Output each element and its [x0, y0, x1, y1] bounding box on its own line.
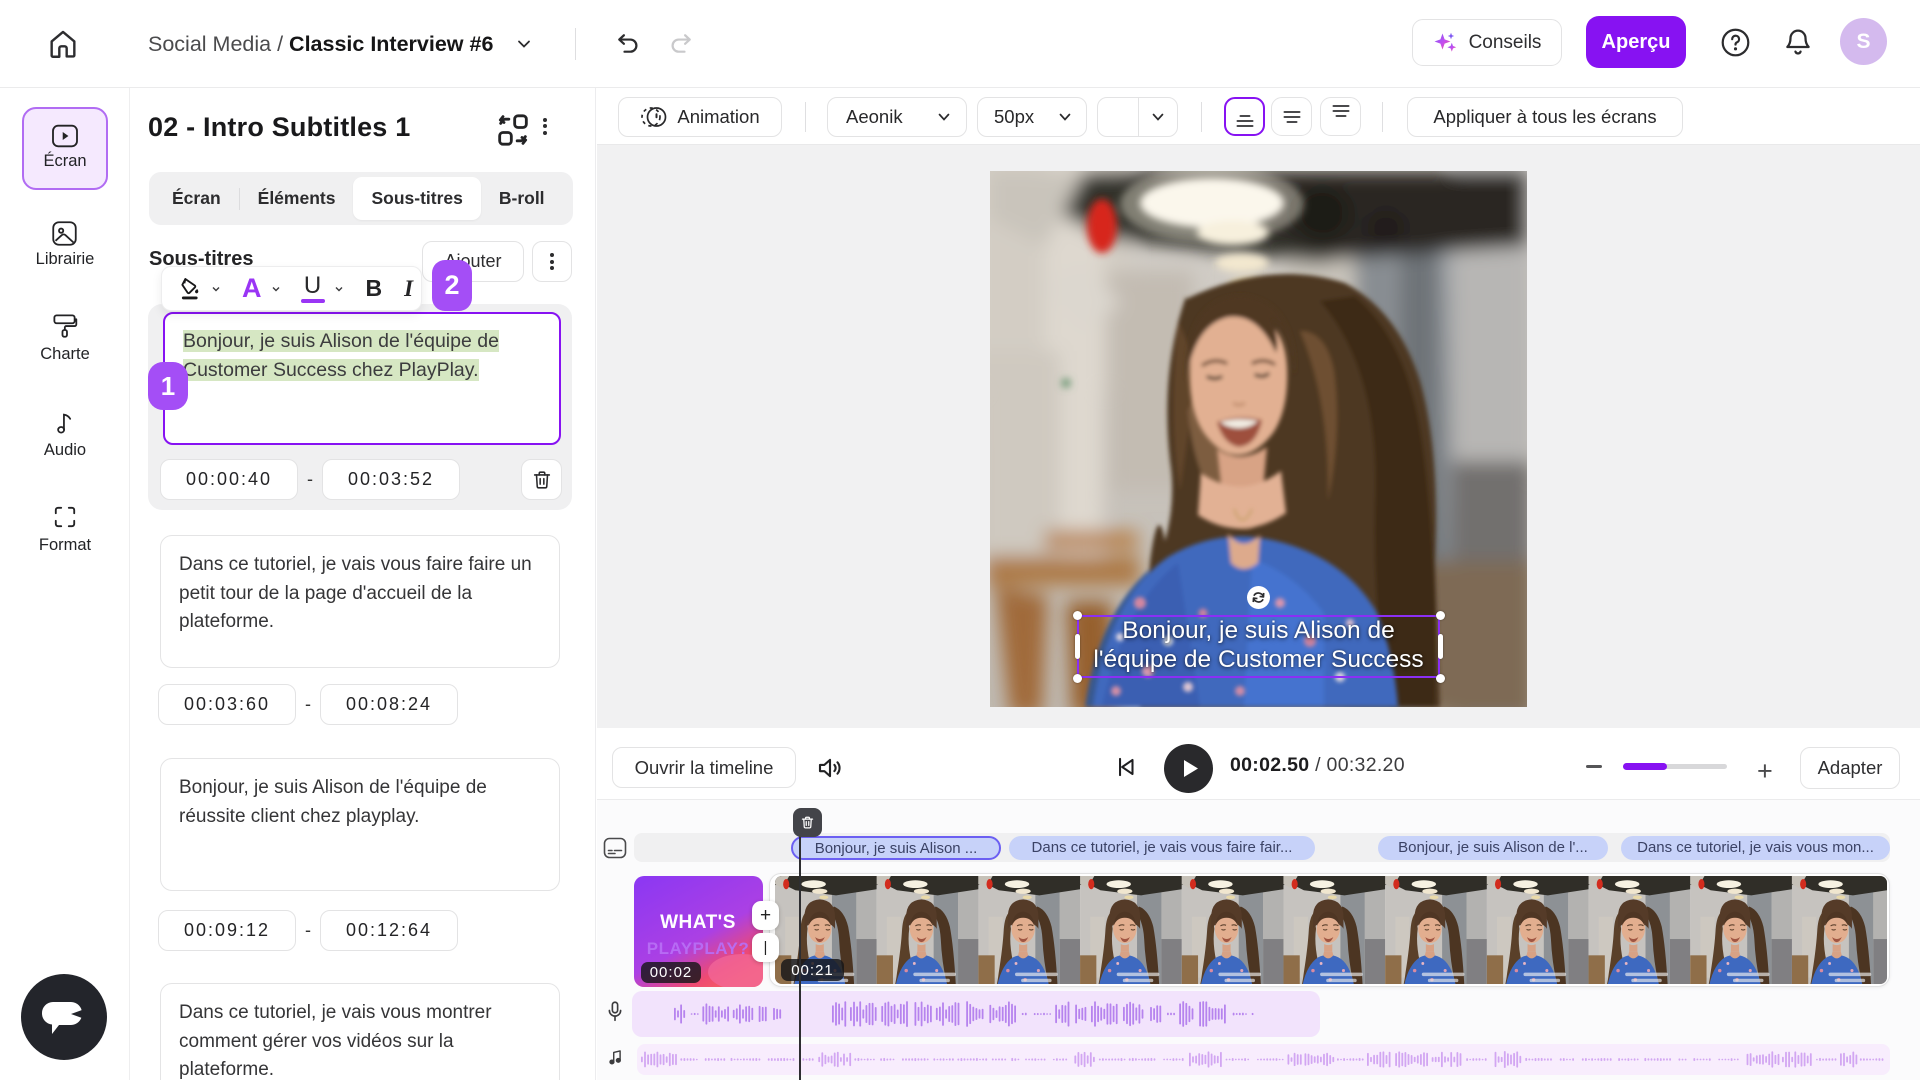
- svg-text:WHAT'S: WHAT'S: [660, 912, 736, 933]
- svg-text:PLAYPLAY?: PLAYPLAY?: [647, 939, 749, 958]
